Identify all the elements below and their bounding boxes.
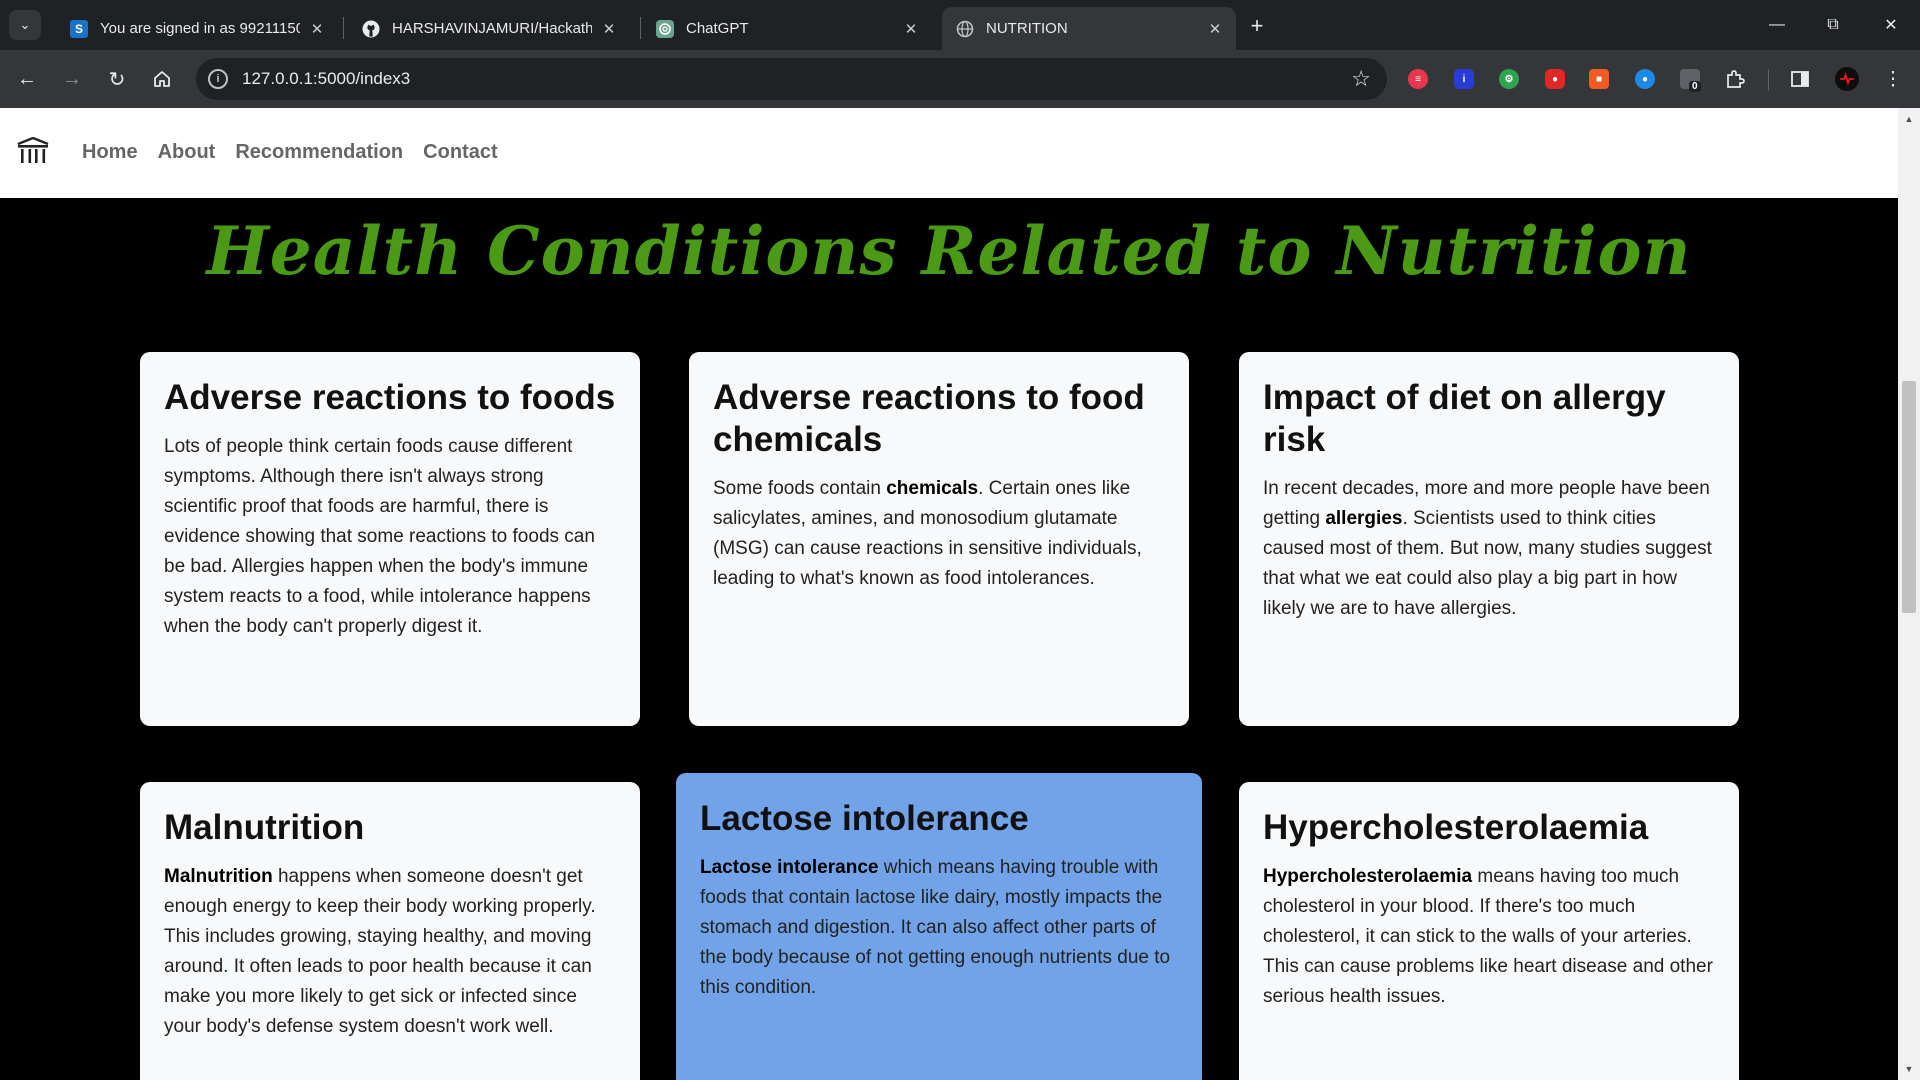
extension-icon[interactable]: ⚙ [1499,69,1519,89]
new-tab-plus-icon[interactable]: + [1243,12,1271,40]
nav-links: Home About Recommendation Contact [82,141,498,164]
minimize-icon[interactable]: — [1757,8,1797,42]
condition-card: Adverse reactions to food chemicals Some… [689,352,1189,726]
browser-menu-icon[interactable]: ⋮ [1880,66,1906,92]
tab-title: NUTRITION [986,20,1068,37]
card-text: Some foods contain chemicals. Certain on… [713,478,1142,589]
card-text: Malnutrition happens when someone doesn'… [164,866,596,1037]
nav-link-home[interactable]: Home [82,141,138,164]
close-tab-icon[interactable]: ✕ [1206,20,1224,38]
card-text: Lactose intolerance which means having t… [700,857,1171,998]
tab-search-chevron-icon[interactable]: ⌄ [9,10,41,40]
bookmark-star-icon[interactable]: ☆ [1351,66,1371,92]
browser-tab[interactable]: ChatGPT ✕ [642,7,932,50]
back-arrow-icon[interactable]: ← [9,61,45,97]
site-info-icon[interactable]: i [208,69,228,89]
close-window-icon[interactable]: ✕ [1871,8,1911,42]
card-title: Hypercholesterolaemia [1263,808,1649,847]
close-tab-icon[interactable]: ✕ [600,20,618,38]
scroll-up-arrow-icon[interactable]: ▲ [1898,110,1920,128]
card-text: Hypercholesterolaemia means having too m… [1263,866,1713,1007]
scrollbar-thumb[interactable] [1902,381,1916,613]
browser-tab[interactable]: HARSHAVINJAMURI/Hackathon ✕ [348,7,630,50]
browser-toolbar: ← → ↻ i 127.0.0.1:5000/index3 ☆ ≡ i ⚙ ● … [0,50,1920,108]
reload-icon[interactable]: ↻ [99,61,135,97]
condition-card: Malnutrition Malnutrition happens when s… [140,782,640,1080]
globe-icon [956,20,974,38]
extensions-puzzle-icon[interactable] [1722,66,1748,92]
tab-favicon-s-icon: S [70,19,88,38]
nav-link-recommendation[interactable]: Recommendation [235,141,403,164]
condition-card-highlighted: Lactose intolerance Lactose intolerance … [676,773,1202,1080]
url-text[interactable]: 127.0.0.1:5000/index3 [242,69,410,89]
extension-icon[interactable]: ● [1545,69,1565,89]
tab-title: ChatGPT [686,20,749,37]
profile-avatar-icon[interactable] [1834,66,1860,92]
page-scrollbar[interactable]: ▲ ▼ [1898,108,1920,1080]
condition-card: Hypercholesterolaemia Hypercholesterolae… [1239,782,1739,1080]
toolbar-divider [1768,69,1769,91]
extension-icon[interactable]: ■ [1589,69,1609,89]
extension-icon[interactable]: ● [1635,69,1655,89]
nav-link-about[interactable]: About [158,141,216,164]
page-title: Health Conditions Related to Nutrition [206,212,1692,290]
home-icon[interactable] [144,61,180,97]
tab-divider [640,17,641,39]
card-title: Impact of diet on allergy risk [1263,378,1666,459]
extension-badge: 0 [1689,81,1701,92]
condition-card: Adverse reactions to foods Lots of peopl… [140,352,640,726]
restore-icon[interactable]: ⧉ [1813,8,1853,42]
extension-icon[interactable]: ≡ [1408,69,1428,89]
condition-card: Impact of diet on allergy risk In recent… [1239,352,1739,726]
site-navbar: Home About Recommendation Contact [0,108,1898,198]
card-title: Adverse reactions to food chemicals [713,378,1145,459]
card-text: Lots of people think certain foods cause… [164,436,595,637]
github-icon [362,20,380,38]
tab-title: You are signed in as 992111507 [100,20,300,37]
page-viewport: Home About Recommendation Contact Health… [0,108,1898,1080]
tab-divider [343,17,344,39]
card-title: Lactose intolerance [700,799,1029,838]
browser-tab-strip: ⌄ S You are signed in as 992111507 ✕ HAR… [0,0,1920,50]
forward-arrow-icon[interactable]: → [54,61,90,97]
side-panel-icon[interactable] [1787,66,1813,92]
tab-title: HARSHAVINJAMURI/Hackathon [392,20,592,37]
nav-link-contact[interactable]: Contact [423,141,497,164]
card-title: Adverse reactions to foods [164,378,616,417]
close-tab-icon[interactable]: ✕ [308,20,326,38]
browser-tab-active[interactable]: NUTRITION ✕ [942,7,1236,50]
address-bar[interactable]: i 127.0.0.1:5000/index3 ☆ [196,58,1387,100]
chatgpt-icon [656,19,674,38]
museum-logo-icon[interactable] [16,136,50,170]
card-text: In recent decades, more and more people … [1263,478,1712,619]
card-title: Malnutrition [164,808,365,847]
extension-icon[interactable]: i [1454,69,1474,89]
scroll-down-arrow-icon[interactable]: ▼ [1898,1060,1920,1078]
close-tab-icon[interactable]: ✕ [902,20,920,38]
browser-tab[interactable]: S You are signed in as 992111507 ✕ [56,7,338,50]
